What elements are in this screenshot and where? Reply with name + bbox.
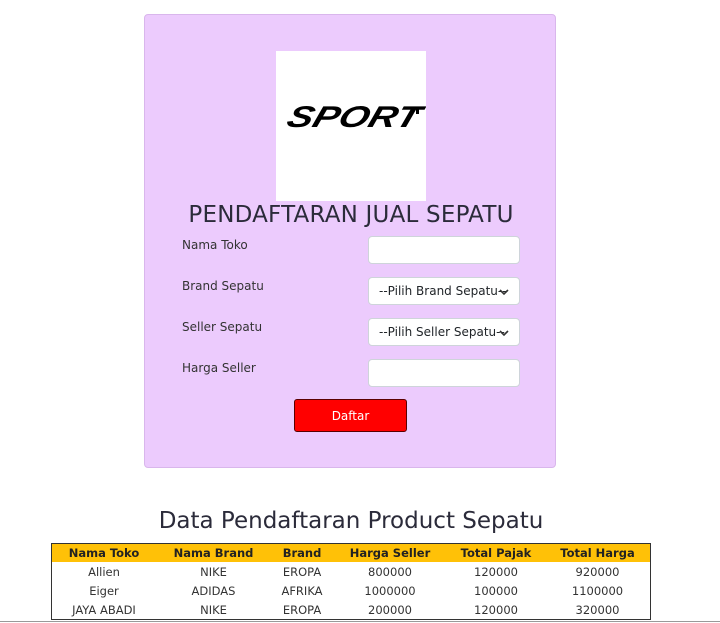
cell-total-pajak: 120000: [474, 564, 518, 579]
brand-sepatu-label: Brand Sepatu: [182, 279, 264, 293]
cell-brand: EROPA: [282, 602, 322, 617]
cell-nama-brand: NIKE: [200, 602, 227, 617]
cell-harga-seller: 1000000: [364, 583, 416, 598]
table-row: Eiger ADIDAS AFRIKA 1000000 100000 11000…: [52, 581, 651, 600]
cell-total-harga: 920000: [575, 564, 620, 579]
registration-form-card: SPORT PENDAFTARAN JUAL SEPATU Nama Toko …: [144, 14, 556, 468]
header-total-pajak: Total Pajak: [460, 546, 532, 560]
table-title: Data Pendaftaran Product Sepatu: [158, 508, 544, 534]
cell-harga-seller: 200000: [368, 602, 412, 617]
cell-nama-toko: JAYA ABADI: [72, 602, 136, 617]
harga-seller-label: Harga Seller: [182, 361, 256, 375]
table-row: JAYA ABADI NIKE EROPA 200000 120000 3200…: [52, 600, 651, 620]
seller-sepatu-selected-value: --Pilih Seller Sepatu--: [379, 325, 505, 339]
chevron-down-icon: [499, 330, 509, 337]
seller-sepatu-select[interactable]: --Pilih Seller Sepatu--: [368, 318, 520, 346]
cell-total-pajak: 120000: [474, 602, 518, 617]
chevron-down-icon: [499, 289, 509, 296]
header-total-harga: Total Harga: [560, 546, 635, 560]
cell-nama-brand: NIKE: [200, 564, 227, 579]
form-title: PENDAFTARAN JUAL SEPATU: [188, 202, 514, 228]
header-nama-brand: Nama Brand: [173, 546, 254, 560]
product-table: Nama Toko Nama Brand Brand Harga Seller …: [51, 543, 651, 620]
brand-sepatu-select[interactable]: --Pilih Brand Sepatu--: [368, 277, 520, 305]
cell-nama-toko: Eiger: [89, 583, 119, 598]
cell-nama-toko: Allien: [88, 564, 120, 579]
nama-toko-label: Nama Toko: [182, 238, 248, 252]
header-nama-toko: Nama Toko: [68, 546, 140, 560]
cell-total-pajak: 100000: [474, 583, 518, 598]
table-row: Allien NIKE EROPA 800000 120000 920000: [52, 562, 651, 581]
header-brand: Brand: [282, 546, 322, 560]
cell-brand: AFRIKA: [281, 583, 323, 598]
seller-sepatu-label: Seller Sepatu: [182, 320, 263, 334]
sport-logo-text: SPORT: [283, 100, 426, 134]
brand-sepatu-selected-value: --Pilih Brand Sepatu--: [379, 284, 507, 298]
cell-harga-seller: 800000: [368, 564, 412, 579]
page-divider: [0, 621, 720, 622]
sport-logo-image: SPORT: [283, 100, 426, 134]
cell-total-harga: 320000: [575, 602, 620, 617]
header-harga-seller: Harga Seller: [349, 546, 431, 560]
cell-total-harga: 1100000: [571, 583, 624, 598]
harga-seller-input[interactable]: [368, 359, 520, 387]
sport-logo: SPORT: [276, 51, 426, 201]
nama-toko-input[interactable]: [368, 236, 520, 264]
cell-nama-brand: ADIDAS: [191, 583, 236, 598]
table-header-row: Nama Toko Nama Brand Brand Harga Seller …: [51, 543, 651, 562]
daftar-button[interactable]: Daftar: [294, 399, 407, 432]
cell-brand: EROPA: [282, 564, 322, 579]
